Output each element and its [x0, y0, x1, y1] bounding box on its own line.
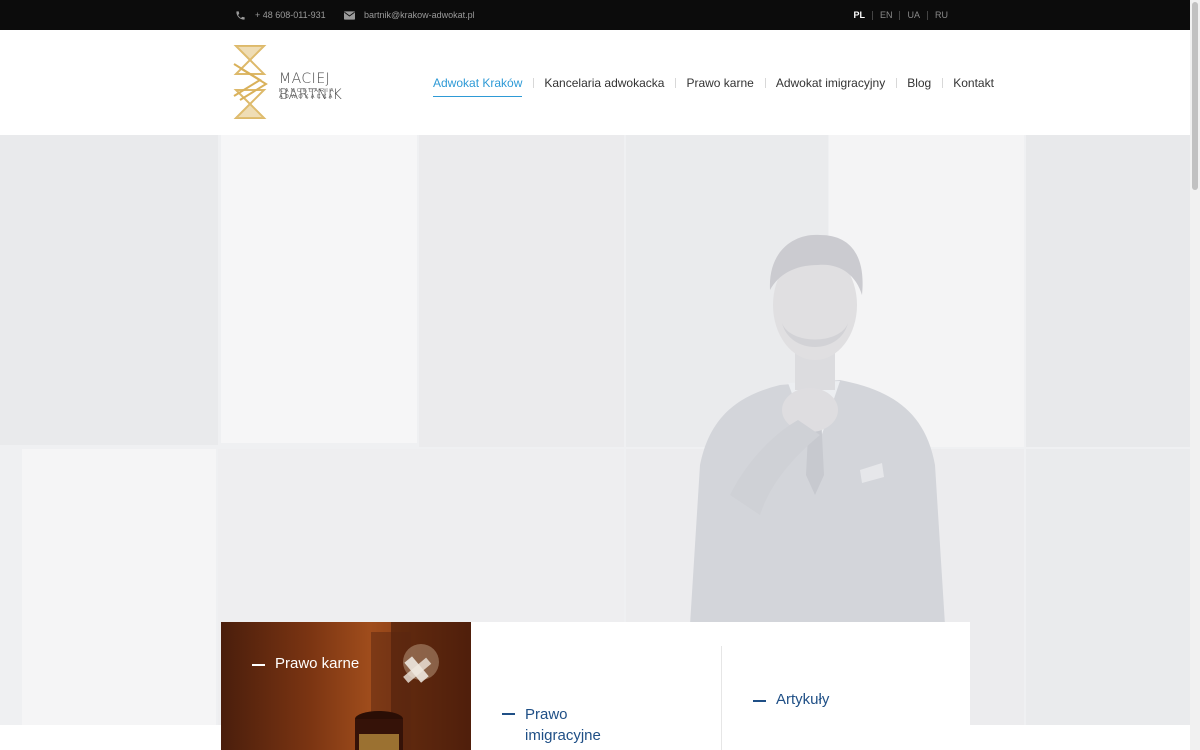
lang-ua[interactable]: UA	[899, 10, 927, 20]
card-prawo-imigracyjne[interactable]: Prawo imigracyjne	[471, 622, 721, 750]
page-scrollbar[interactable]	[1190, 0, 1200, 750]
card-artykuly[interactable]: Artykuły	[721, 646, 970, 750]
site-logo[interactable]: MACIEJ BARTNIK KANCELARIA ADWOKACKA	[230, 44, 390, 120]
card-title: Artykuły	[753, 691, 829, 708]
practice-area-cards: Prawo karne Prawo imigracyjne Artykuły	[221, 622, 970, 750]
dash-icon	[252, 664, 265, 666]
phone-icon	[234, 9, 246, 21]
logo-mark-icon	[233, 45, 268, 119]
card-title-text: Prawo karne	[275, 655, 360, 672]
card-title: Prawo imigracyjne	[502, 704, 622, 746]
nav-item-prawo-karne[interactable]: Prawo karne	[675, 76, 764, 90]
scrollbar-thumb[interactable]	[1192, 2, 1198, 190]
hero-panel	[0, 135, 218, 445]
lawyer-portrait	[690, 234, 945, 625]
phone-number: + 48 608-011-931	[255, 10, 326, 20]
hero-panel	[419, 135, 624, 447]
phone-contact[interactable]: + 48 608-011-931	[234, 0, 326, 30]
dash-icon	[753, 700, 766, 702]
hero-panel	[1026, 135, 1190, 447]
card-prawo-karne[interactable]: Prawo karne	[221, 622, 471, 750]
main-nav: Adwokat Kraków Kancelaria adwokacka Praw…	[422, 30, 1005, 135]
email-contact[interactable]: bartnik@krakow-adwokat.pl	[343, 0, 475, 30]
dash-icon	[502, 713, 515, 715]
nav-item-adwokat-imigracyjny[interactable]: Adwokat imigracyjny	[764, 76, 896, 90]
lang-pl[interactable]: PL	[846, 10, 872, 20]
nav-item-kancelaria[interactable]: Kancelaria adwokacka	[533, 76, 675, 90]
hero-panel	[1026, 449, 1190, 725]
nav-item-kontakt[interactable]: Kontakt	[942, 76, 1005, 90]
gavel-image	[355, 622, 471, 750]
envelope-icon	[343, 9, 355, 21]
card-title: Prawo karne	[252, 655, 359, 672]
site-header: MACIEJ BARTNIK KANCELARIA ADWOKACKA Adwo…	[0, 30, 1190, 135]
logo-subtitle: KANCELARIA ADWOKACKA	[279, 88, 336, 100]
email-address: bartnik@krakow-adwokat.pl	[364, 10, 475, 20]
card-title-text: Prawo imigracyjne	[525, 706, 601, 744]
language-switcher: PL EN UA RU	[846, 0, 955, 30]
nav-item-adwokat-krakow[interactable]: Adwokat Kraków	[422, 76, 533, 97]
hero-panel	[22, 449, 216, 725]
lang-ru[interactable]: RU	[927, 10, 955, 20]
top-bar: + 48 608-011-931 bartnik@krakow-adwokat.…	[0, 0, 1200, 30]
card-title-text: Artykuły	[776, 691, 830, 708]
nav-item-blog[interactable]: Blog	[896, 76, 942, 90]
hero-panel	[221, 135, 417, 443]
lang-en[interactable]: EN	[871, 10, 900, 20]
